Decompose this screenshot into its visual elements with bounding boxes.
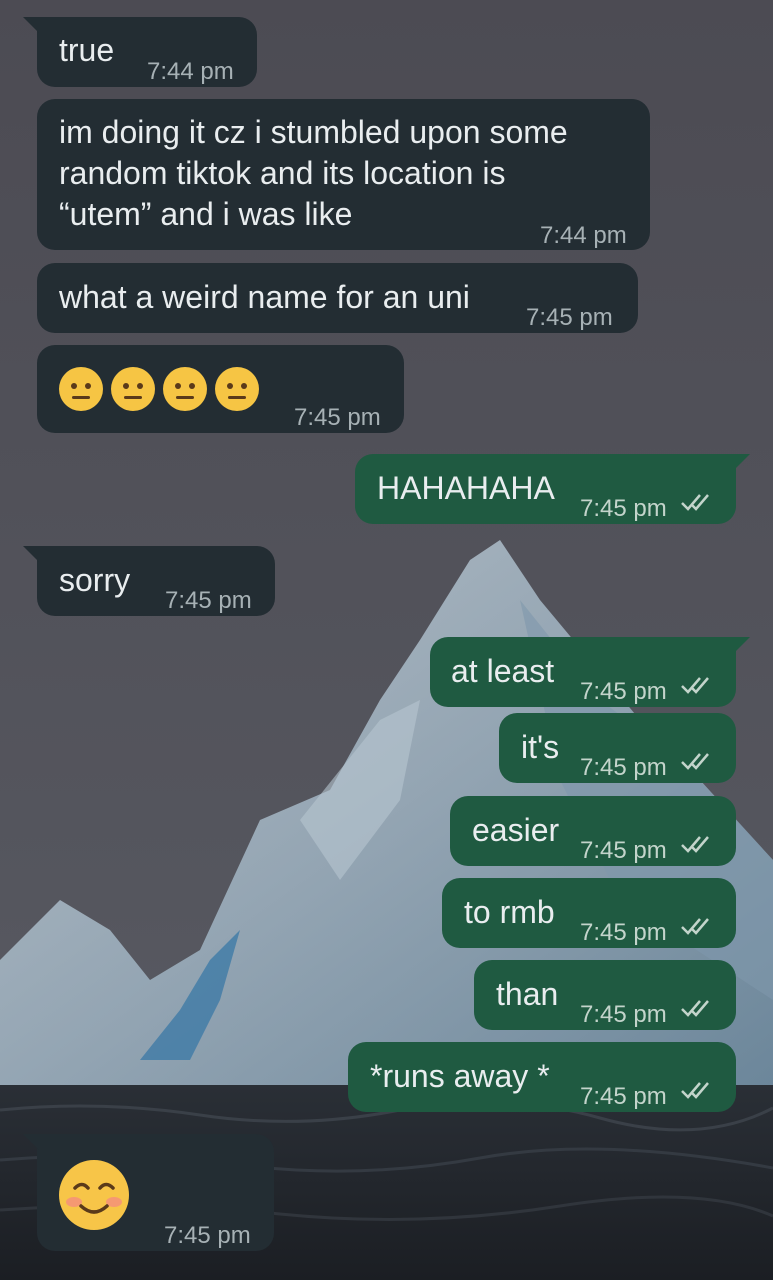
message-timestamp: 7:44 pm <box>540 222 627 249</box>
neutral-face-icon <box>215 367 259 411</box>
message-text: *runs away * <box>370 1058 550 1094</box>
message-text: HAHAHAHA <box>377 470 555 506</box>
message-timestamp: 7:45 pm <box>580 495 667 522</box>
message-text: true <box>59 32 115 68</box>
smiling-face-with-blush-icon <box>59 1160 129 1230</box>
message-incoming[interactable]: im doing it cz i stumbled upon some rand… <box>37 99 650 250</box>
message-timestamp: 7:45 pm <box>294 404 381 431</box>
message-timestamp: 7:45 pm <box>580 919 667 946</box>
neutral-face-icon <box>111 367 155 411</box>
message-text: im doing it cz i stumbled upon some rand… <box>59 114 568 232</box>
message-text: at least <box>451 653 555 689</box>
message-text: easier <box>472 812 560 848</box>
double-check-icon <box>681 836 709 853</box>
message-timestamp: 7:45 pm <box>580 754 667 781</box>
message-outgoing[interactable]: HAHAHAHA 7:45 pm <box>355 454 750 524</box>
double-check-icon <box>681 677 709 694</box>
message-outgoing[interactable]: it's 7:45 pm <box>499 713 736 783</box>
double-check-icon <box>681 1000 709 1017</box>
message-text: what a weird name for an uni <box>59 279 470 315</box>
double-check-icon <box>681 753 709 770</box>
message-text: it's <box>521 729 560 765</box>
message-incoming[interactable]: 7:45 pm <box>23 1134 274 1251</box>
message-outgoing[interactable]: *runs away * 7:45 pm <box>348 1042 736 1112</box>
double-check-icon <box>681 1082 709 1099</box>
message-incoming[interactable]: sorry 7:45 pm <box>23 546 275 616</box>
double-check-icon <box>681 918 709 935</box>
message-outgoing[interactable]: to rmb 7:45 pm <box>442 878 736 948</box>
message-timestamp: 7:45 pm <box>580 678 667 705</box>
message-timestamp: 7:44 pm <box>147 58 234 85</box>
message-outgoing[interactable]: easier 7:45 pm <box>450 796 736 866</box>
message-timestamp: 7:45 pm <box>164 1222 251 1249</box>
message-timestamp: 7:45 pm <box>580 1083 667 1110</box>
message-outgoing[interactable]: at least 7:45 pm <box>430 637 750 707</box>
message-outgoing[interactable]: than 7:45 pm <box>474 960 736 1030</box>
message-timestamp: 7:45 pm <box>165 587 252 614</box>
message-incoming[interactable]: what a weird name for an uni 7:45 pm <box>37 263 638 333</box>
message-incoming[interactable]: 7:45 pm <box>37 345 404 433</box>
message-text: than <box>496 976 559 1012</box>
message-text: sorry <box>59 562 131 598</box>
message-timestamp: 7:45 pm <box>580 837 667 864</box>
double-check-icon <box>681 494 709 511</box>
message-timestamp: 7:45 pm <box>526 304 613 331</box>
message-incoming[interactable]: true 7:44 pm <box>23 17 257 87</box>
neutral-face-icon <box>59 367 103 411</box>
message-timestamp: 7:45 pm <box>580 1001 667 1028</box>
chat-thread: true 7:44 pm im doing it cz i stumbled u… <box>0 0 773 1280</box>
message-text: to rmb <box>464 894 555 930</box>
neutral-face-icon <box>163 367 207 411</box>
